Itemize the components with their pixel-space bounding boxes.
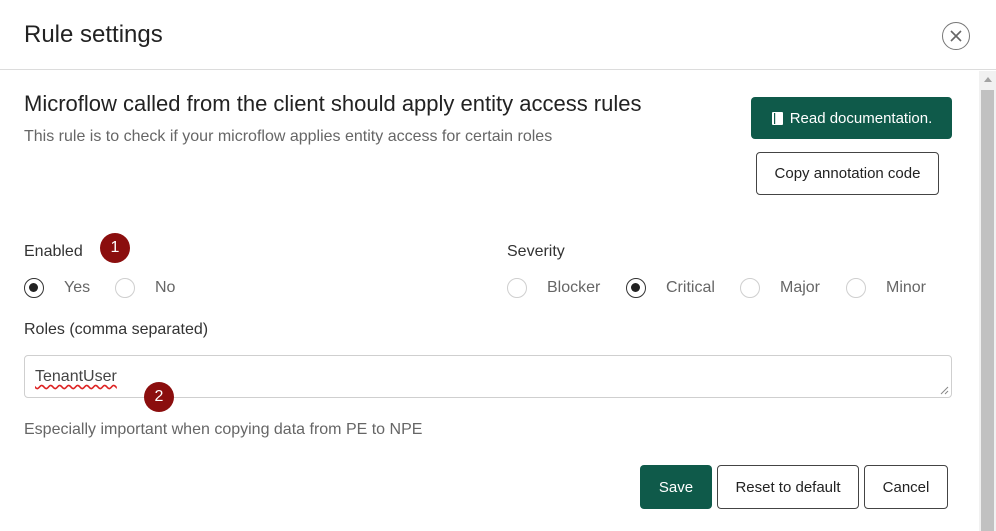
severity-major-label: Major: [780, 279, 821, 296]
roles-input-value: TenantUser: [35, 368, 117, 385]
severity-minor-label: Minor: [886, 279, 927, 296]
enabled-yes-option[interactable]: Yes: [24, 278, 90, 298]
copy-annotation-button[interactable]: Copy annotation code: [756, 152, 939, 195]
read-documentation-button[interactable]: Read documentation.: [751, 97, 952, 139]
scrollbar-thumb[interactable]: [981, 90, 994, 531]
severity-critical-option[interactable]: Critical: [626, 278, 715, 298]
scroll-up-arrow-icon[interactable]: [979, 71, 996, 88]
severity-blocker-label: Blocker: [547, 279, 601, 296]
dialog-title: Rule settings: [24, 21, 163, 48]
severity-major-radio[interactable]: [740, 278, 760, 298]
roles-label: Roles (comma separated): [24, 321, 209, 338]
severity-critical-label: Critical: [666, 279, 715, 296]
resize-grip-icon[interactable]: [940, 386, 949, 395]
severity-major-option[interactable]: Major: [740, 278, 820, 298]
enabled-yes-label: Yes: [64, 279, 91, 296]
step-badge-1: 1: [100, 233, 130, 263]
severity-minor-option[interactable]: Minor: [846, 278, 926, 298]
step-badge-2: 2: [144, 382, 174, 412]
severity-critical-radio[interactable]: [626, 278, 646, 298]
enabled-no-label: No: [155, 279, 176, 296]
cancel-button[interactable]: Cancel: [864, 465, 948, 509]
severity-blocker-radio[interactable]: [507, 278, 527, 298]
book-icon: [771, 111, 783, 125]
close-icon: [950, 30, 962, 42]
roles-hint: Especially important when copying data f…: [24, 421, 423, 438]
enabled-yes-radio[interactable]: [24, 278, 44, 298]
enabled-label: Enabled: [24, 243, 83, 260]
severity-label: Severity: [507, 243, 565, 260]
reset-to-default-button[interactable]: Reset to default: [717, 465, 859, 509]
vertical-scrollbar[interactable]: [979, 71, 996, 531]
enabled-no-option[interactable]: No: [115, 278, 175, 298]
rule-title: Microflow called from the client should …: [24, 91, 642, 116]
enabled-no-radio[interactable]: [115, 278, 135, 298]
close-button[interactable]: [942, 22, 970, 50]
save-button[interactable]: Save: [640, 465, 712, 509]
dialog-header: Rule settings: [0, 0, 996, 70]
severity-blocker-option[interactable]: Blocker: [507, 278, 600, 298]
severity-minor-radio[interactable]: [846, 278, 866, 298]
rule-description: This rule is to check if your microflow …: [24, 128, 553, 145]
copy-annotation-label: Copy annotation code: [774, 165, 921, 182]
read-documentation-label: Read documentation.: [789, 109, 933, 127]
